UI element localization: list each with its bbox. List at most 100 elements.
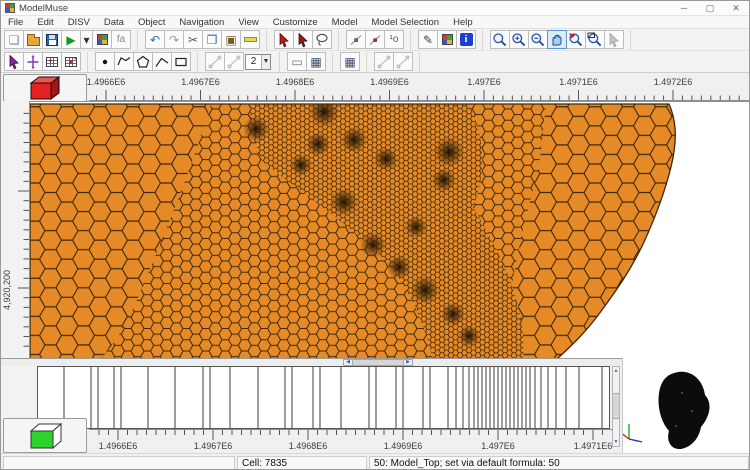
scroll-up-button[interactable]: ▲ — [613, 367, 619, 375]
app-icon — [5, 3, 15, 13]
select-with-line-button[interactable] — [4, 52, 24, 71]
top-ruler-label: 1.4968E6 — [275, 77, 315, 87]
cut-button[interactable]: ✂ — [183, 30, 203, 49]
font-button[interactable]: fa — [111, 30, 131, 49]
create-polyline-button[interactable] — [114, 52, 134, 71]
move-vertex-button[interactable] — [374, 52, 394, 71]
front-bottom-ruler-label: 1.497E6 — [481, 441, 515, 451]
modelmuse-window: ModelMuse ─ ▢ ✕ File Edit DISV Data Object Na… — [0, 0, 750, 470]
front-bottom-ruler-label: 1.4968E6 — [288, 441, 328, 451]
horizontal-scrollbar[interactable]: ◀ ▶ — [343, 359, 413, 366]
lasso-select-button[interactable] — [312, 30, 332, 49]
create-point-button[interactable] — [95, 52, 115, 71]
insert-node-button[interactable] — [205, 52, 225, 71]
edit-vertex-values-button[interactable]: ✎ — [418, 30, 438, 49]
layer-dropdown[interactable]: 2 ▼ — [243, 52, 273, 71]
delete-node-button[interactable] — [224, 52, 244, 71]
top-ruler-label: 1.4969E6 — [370, 77, 409, 87]
menu-model-selection[interactable]: Model Selection — [364, 16, 446, 29]
front-bottom-ruler-label: 1.4971E6 — [573, 441, 613, 451]
menu-help[interactable]: Help — [446, 16, 480, 29]
left-ruler-label: 4,920,200 — [2, 269, 12, 311]
top-ruler-label: 1.4966E6 — [86, 77, 126, 87]
menu-customize[interactable]: Customize — [266, 16, 325, 29]
menu-model[interactable]: Model — [325, 16, 365, 29]
title-bar: ModelMuse ─ ▢ ✕ — [1, 1, 749, 16]
scroll-thumb[interactable] — [613, 393, 619, 419]
zoom-extents-button[interactable] — [585, 30, 605, 49]
front-vertical-scrollbar[interactable]: ▲ ▼ — [612, 366, 620, 447]
toolbar-standard: ❏ ▶ ▾ fa ↶ ↷ ✂ ❐ ▣ ¹o ✎ i — [1, 29, 749, 51]
insert-vertex-button[interactable] — [346, 30, 366, 49]
green-cube-icon — [29, 422, 63, 449]
status-cell: Cell: 7835 — [237, 456, 367, 469]
run-model-button[interactable]: ▶ — [61, 30, 81, 49]
menu-bar: File Edit DISV Data Object Navigation View Cust… — [1, 16, 749, 29]
pan-button[interactable] — [547, 30, 567, 49]
copy-button[interactable]: ❐ — [202, 30, 222, 49]
top-ruler-label: 1.4972E6 — [653, 77, 693, 87]
refine-grid-button[interactable] — [61, 52, 81, 71]
zoom-button[interactable] — [490, 30, 510, 49]
menu-disv[interactable]: DISV — [61, 16, 97, 29]
menu-view[interactable]: View — [231, 16, 265, 29]
three-d-view[interactable] — [622, 358, 749, 453]
edit-grid-button[interactable] — [42, 52, 62, 71]
front-view-canvas[interactable] — [37, 366, 610, 429]
menu-data[interactable]: Data — [97, 16, 131, 29]
close-button[interactable]: ✕ — [723, 1, 749, 16]
export-modpath-button[interactable] — [92, 30, 112, 49]
paste-button[interactable]: ▣ — [221, 30, 241, 49]
zoom-in-button[interactable] — [509, 30, 529, 49]
scroll-right-button[interactable]: ▶ — [404, 360, 412, 365]
top-view-orientation-cube[interactable] — [3, 74, 87, 102]
top-ruler-label: 1.4971E6 — [559, 77, 598, 87]
new-file-button[interactable]: ❏ — [4, 30, 24, 49]
scroll-thumb[interactable] — [352, 360, 404, 365]
top-view-canvas[interactable] — [30, 101, 749, 359]
disv-mesh — [30, 103, 676, 359]
show-grid-values-button[interactable]: ▦ — [306, 52, 326, 71]
zoom-out-button[interactable] — [528, 30, 548, 49]
scroll-left-button[interactable]: ◀ — [344, 360, 352, 365]
window-title: ModelMuse — [19, 2, 69, 14]
measure-button[interactable] — [240, 30, 260, 49]
menu-navigation[interactable]: Navigation — [172, 16, 231, 29]
top-ruler-label: 1.4967E6 — [181, 77, 220, 87]
status-bar: Cell: 7835 50: Model_Top; set via defaul… — [1, 453, 749, 469]
move-objects-button[interactable] — [23, 52, 43, 71]
top-ruler-label: 1.497E6 — [467, 77, 501, 87]
create-polygon-button[interactable] — [133, 52, 153, 71]
menu-edit[interactable]: Edit — [30, 16, 60, 29]
front-view-orientation-cube[interactable] — [3, 418, 87, 453]
open-file-button[interactable] — [23, 30, 43, 49]
minimize-button[interactable]: ─ — [671, 1, 697, 16]
create-rectangle-button[interactable] — [171, 52, 191, 71]
menu-object[interactable]: Object — [131, 16, 172, 29]
show-table-button[interactable]: ▦ — [340, 52, 360, 71]
front-bottom-ruler — [89, 429, 613, 440]
zoom-point-button[interactable] — [566, 30, 586, 49]
front-bottom-ruler-label: 1.4966E6 — [98, 441, 138, 451]
save-file-button[interactable] — [42, 30, 62, 49]
delete-vertex-button[interactable] — [393, 52, 413, 71]
menu-file[interactable]: File — [1, 16, 30, 29]
undo-button[interactable]: ↶ — [145, 30, 165, 49]
select-objects-button[interactable] — [274, 30, 294, 49]
previous-position-button[interactable] — [604, 30, 624, 49]
three-d-model-blob — [623, 371, 710, 450]
delete-segment-button[interactable] — [365, 30, 385, 49]
color-grid-button[interactable] — [437, 30, 457, 49]
front-bottom-ruler-label: 1.4967E6 — [193, 441, 233, 451]
maximize-button[interactable]: ▢ — [697, 1, 723, 16]
select-nodes-button[interactable] — [293, 30, 313, 49]
show-ruler-button[interactable]: ▭ — [287, 52, 307, 71]
toolbar-objects: 2 ▼ ▭ ▦ ▦ — [1, 51, 749, 73]
left-ruler: 4,920,200 4,920,100 — [1, 101, 30, 407]
status-message: 50: Model_Top; set via default formula: … — [369, 456, 749, 469]
create-straight-line-button[interactable] — [152, 52, 172, 71]
info-button[interactable]: i — [456, 30, 476, 49]
redo-button[interactable]: ↷ — [164, 30, 184, 49]
red-cube-icon — [29, 76, 61, 100]
subdivide-button[interactable]: ¹o — [384, 30, 404, 49]
